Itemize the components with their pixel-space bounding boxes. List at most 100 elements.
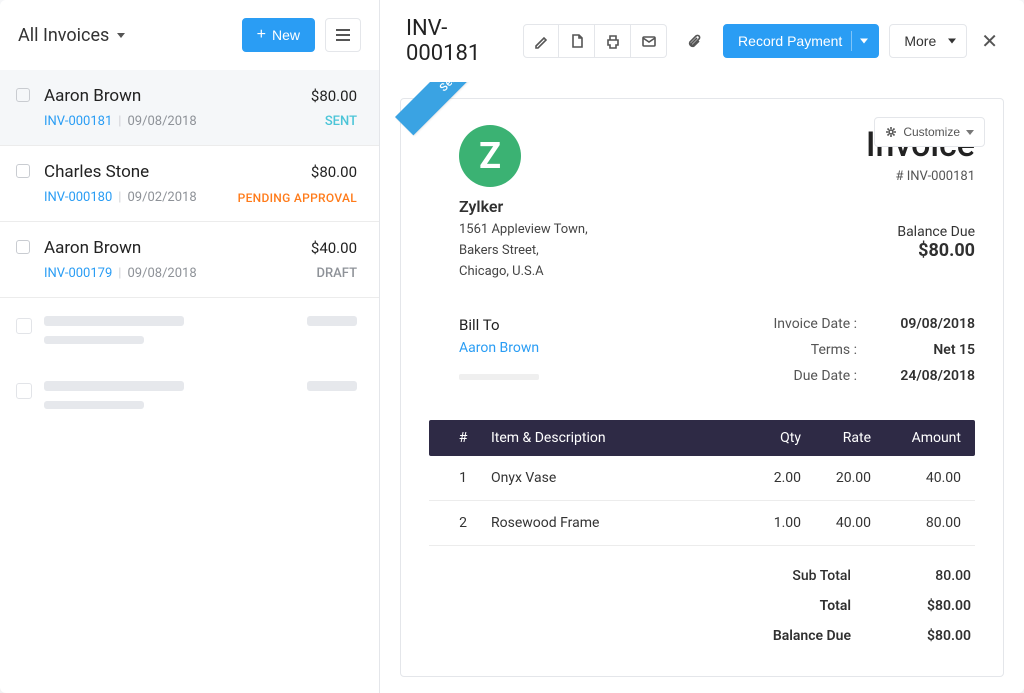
items-table: # Item & Description Qty Rate Amount 1On… <box>429 420 975 546</box>
new-button-label: New <box>272 27 300 43</box>
total-key: Sub Total <box>751 568 851 584</box>
customer-name: Charles Stone <box>44 162 149 182</box>
meta-row: Invoice Date :09/08/2018 <box>762 316 975 332</box>
meta-key: Invoice Date : <box>762 316 857 332</box>
col-amount: Amount <box>871 430 961 446</box>
cell-amount: 80.00 <box>871 515 961 531</box>
invoice-link[interactable]: INV-000181 <box>44 114 112 129</box>
app-shell: All Invoices + New Aaron Brown $80.00 INV-… <box>0 0 1024 693</box>
customer-name: Aaron Brown <box>44 238 141 258</box>
invoice-date: 09/08/2018 <box>127 266 196 281</box>
printer-icon <box>605 33 621 49</box>
checkbox[interactable] <box>16 240 30 254</box>
meta-value: Net 15 <box>885 342 975 358</box>
close-button[interactable]: ✕ <box>977 29 1002 53</box>
gear-icon <box>885 126 897 138</box>
cell-description: Rosewood Frame <box>483 515 741 531</box>
cell-qty: 1.00 <box>741 515 801 531</box>
from-block: Z Zylker 1561 Appleview Town, Bakers Str… <box>459 125 588 282</box>
checkbox[interactable] <box>16 164 30 178</box>
amount: $80.00 <box>311 87 357 105</box>
customer-name: Aaron Brown <box>44 86 141 106</box>
list-item[interactable]: Charles Stone $80.00 INV-000180|09/02/2018… <box>0 146 379 222</box>
cell-rate: 40.00 <box>801 515 871 531</box>
billto-name[interactable]: Aaron Brown <box>459 340 539 356</box>
balance-amount: $80.00 <box>866 240 975 261</box>
list-filter-dropdown[interactable]: All Invoices <box>18 25 232 46</box>
list-filter-label: All Invoices <box>18 25 109 46</box>
print-button[interactable] <box>595 24 631 58</box>
meta-left: INV-000179|09/08/2018 <box>44 266 197 281</box>
total-value: $80.00 <box>891 628 971 644</box>
file-pdf-icon <box>569 33 585 49</box>
col-rate: Rate <box>801 430 871 446</box>
addr-line: Chicago, U.S.A <box>459 262 588 283</box>
billto-block: Bill To Aaron Brown <box>459 316 539 394</box>
invoice-link[interactable]: INV-000179 <box>44 266 112 281</box>
record-payment-button[interactable]: Record Payment <box>723 24 879 58</box>
billto-label: Bill To <box>459 316 539 334</box>
email-button[interactable] <box>631 24 667 58</box>
list-item-placeholder <box>0 363 379 428</box>
meta-key: Due Date : <box>762 368 857 384</box>
customize-button[interactable]: Customize <box>874 117 985 147</box>
invoice-number-title: INV-000181 <box>406 16 513 66</box>
cell-index: 2 <box>443 515 483 531</box>
total-value: 80.00 <box>891 568 971 584</box>
col-index: # <box>443 430 483 446</box>
invoice-date: 09/08/2018 <box>127 114 196 129</box>
meta-block: Bill To Aaron Brown Invoice Date :09/08/… <box>429 316 975 394</box>
status-badge: PENDING APPROVAL <box>238 191 357 205</box>
customize-label: Customize <box>903 125 960 139</box>
amount: $80.00 <box>311 163 357 181</box>
meta-left: INV-000180|09/02/2018 <box>44 190 197 205</box>
chevron-down-icon <box>117 33 125 38</box>
plus-icon: + <box>257 27 266 43</box>
envelope-icon <box>641 33 657 49</box>
invoice-link[interactable]: INV-000180 <box>44 190 112 205</box>
pdf-button[interactable] <box>559 24 595 58</box>
more-button[interactable]: More <box>889 24 967 58</box>
cell-amount: 40.00 <box>871 470 961 486</box>
invoice-list: Aaron Brown$80.00INV-000181|09/08/2018SE… <box>0 70 379 693</box>
invoice-paper: Customize Sent Z Zylker 1561 Appleview T… <box>400 98 1004 677</box>
paper-scroll: Customize Sent Z Zylker 1561 Appleview T… <box>380 82 1024 693</box>
col-qty: Qty <box>741 430 801 446</box>
company-address: 1561 Appleview Town, Bakers Street, Chic… <box>459 220 588 282</box>
ribbon-label: Sent <box>437 82 463 94</box>
items-header-row: # Item & Description Qty Rate Amount <box>429 420 975 456</box>
list-item[interactable]: Aaron Brown$80.00INV-000181|09/08/2018SE… <box>0 70 379 146</box>
list-item-placeholder <box>0 298 379 363</box>
col-description: Item & Description <box>483 430 741 446</box>
checkbox[interactable] <box>16 88 30 102</box>
total-row: Balance Due $80.00 <box>751 628 971 644</box>
table-row: 1Onyx Vase2.0020.0040.00 <box>429 456 975 501</box>
list-header: All Invoices + New <box>0 0 379 70</box>
close-icon: ✕ <box>981 29 998 53</box>
addr-line: Bakers Street, <box>459 241 588 262</box>
edit-button[interactable] <box>523 24 559 58</box>
total-key: Total <box>751 598 851 614</box>
status-badge: DRAFT <box>317 266 358 281</box>
total-row: Sub Total 80.00 <box>751 568 971 584</box>
total-key: Balance Due <box>751 628 851 644</box>
invoice-list-pane: All Invoices + New Aaron Brown $80.00 INV-… <box>0 0 380 693</box>
company-name: Zylker <box>459 197 588 216</box>
list-item[interactable]: Aaron Brown $40.00 INV-000179|09/08/2018 DR… <box>0 222 379 298</box>
company-logo: Z <box>459 125 521 187</box>
meta-key: Terms : <box>762 342 857 358</box>
cell-description: Onyx Vase <box>483 470 741 486</box>
balance-label: Balance Due <box>866 224 975 240</box>
meta-value: 24/08/2018 <box>885 368 975 384</box>
cell-rate: 20.00 <box>801 470 871 486</box>
paper-header: Z Zylker 1561 Appleview Town, Bakers Str… <box>429 125 975 282</box>
list-options-button[interactable] <box>325 18 361 52</box>
addr-line: 1561 Appleview Town, <box>459 220 588 241</box>
items-body: 1Onyx Vase2.0020.0040.00 2Rosewood Frame1… <box>429 456 975 546</box>
new-invoice-button[interactable]: + New <box>242 18 315 52</box>
amount: $40.00 <box>311 239 357 257</box>
placeholder-line <box>459 374 539 380</box>
pencil-icon <box>533 33 549 49</box>
attachment-button[interactable] <box>677 24 713 58</box>
detail-header: INV-000181 Record Payment <box>380 0 1024 82</box>
